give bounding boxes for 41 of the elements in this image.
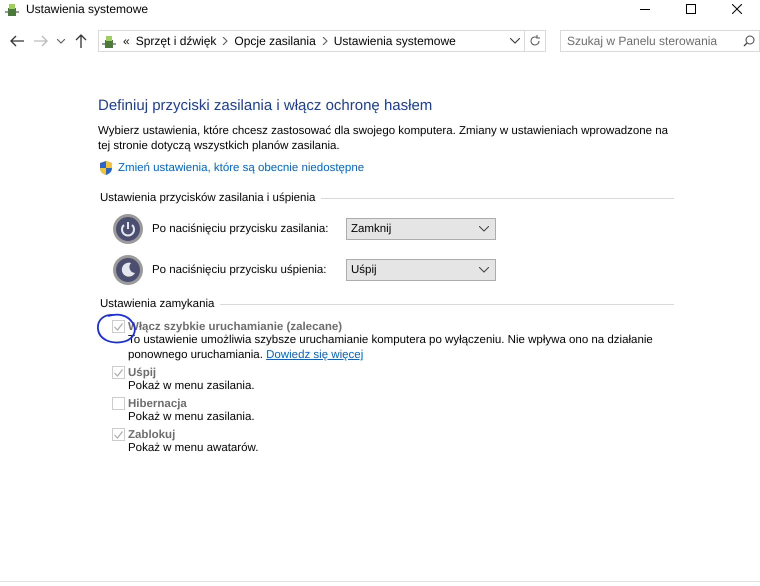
forward-arrow-icon [34, 35, 48, 47]
option-description: Pokaż w menu zasilania. [128, 379, 256, 394]
breadcrumb-overflow[interactable]: « [123, 34, 130, 48]
breadcrumb-item[interactable]: Sprzęt i dźwięk [136, 34, 216, 48]
section-title: Ustawienia zamykania [100, 298, 214, 310]
section-title: Ustawienia przycisków zasilania i uśpienia [100, 192, 316, 204]
caret-icon [479, 267, 489, 273]
option-label: Zablokuj [128, 428, 176, 440]
shield-icon [98, 160, 114, 176]
caret-icon [479, 226, 489, 232]
option-description: Pokaż w menu zasilania. [128, 410, 256, 425]
caret-icon [57, 38, 65, 44]
back-arrow-icon [10, 35, 24, 47]
breadcrumb-item[interactable]: Opcje zasilania [234, 34, 316, 48]
breadcrumb-item[interactable]: Ustawienia systemowe [334, 34, 456, 48]
search-icon [743, 35, 755, 47]
address-bar[interactable]: « Sprzęt i dźwięk Opcje zasilania Ustawienia systemowe [98, 30, 546, 52]
action-dropdown[interactable]: Zamknij [346, 218, 496, 240]
power-button-icon [112, 213, 144, 245]
chevron-icon [222, 37, 228, 45]
change-settings-link[interactable]: Zmień ustawienia, które są obecnie niedostępne [118, 162, 364, 174]
refresh-icon [529, 35, 541, 47]
dropdown-caret-icon[interactable] [510, 38, 520, 44]
intro-text: Wybierz ustawienia, które chcesz zastosować dla swojego komputera. Zmiany w ustawieniach wprowadzone na tej stronie dotyczą wszystkich planów zasilania. [98, 124, 670, 154]
control-panel-icon [4, 1, 20, 17]
option-label: Hibernacja [128, 398, 187, 410]
page-heading: Definiuj przyciski zasilania i włącz ochronę hasłem [98, 97, 434, 114]
action-dropdown[interactable]: Uśpij [346, 259, 496, 281]
minimize-icon [640, 8, 650, 10]
control-panel-icon [101, 33, 117, 49]
maximize-icon [686, 4, 696, 14]
search-field[interactable]: Szukaj w Panelu sterowania [560, 30, 760, 52]
window-title: Ustawienia systemowe [26, 2, 148, 16]
option-description: Pokaż w menu awatarów. [128, 441, 260, 456]
up-arrow-icon [75, 34, 87, 48]
chevron-icon [322, 37, 328, 45]
setting-label: Po naciśnięciu przycisku zasilania: [152, 223, 330, 235]
sleep-button-icon [112, 254, 144, 286]
close-icon [732, 4, 742, 14]
option-label: Uśpij [128, 366, 156, 378]
setting-label: Po naciśnięciu przycisku uśpienia: [152, 264, 328, 276]
